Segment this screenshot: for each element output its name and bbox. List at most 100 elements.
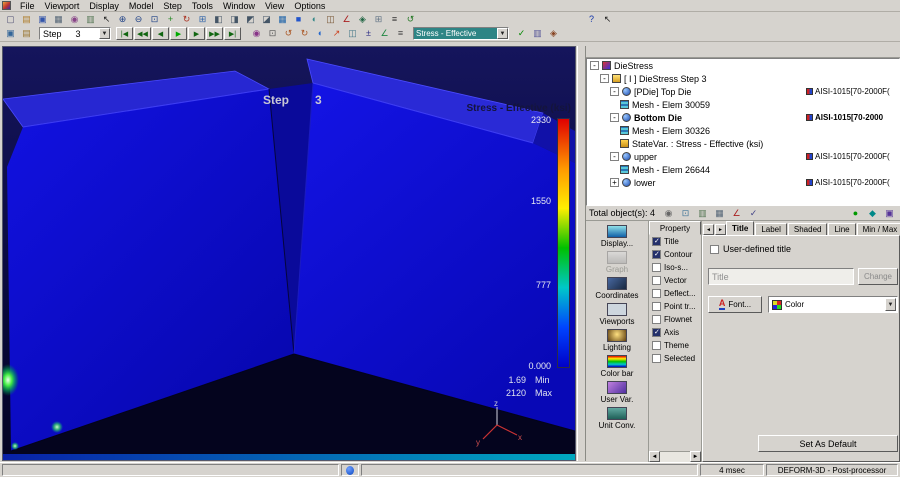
copy-icon[interactable]: ▥ xyxy=(83,13,98,25)
tree-row-upper-mesh[interactable]: Mesh - Elem 26644 xyxy=(587,163,899,176)
graph-tool-icon[interactable]: ∠ xyxy=(377,27,392,40)
tree-expander-icon[interactable]: - xyxy=(610,87,619,96)
tree-row-bottom-die[interactable]: - Bottom Die AISI-1015[70-2000 xyxy=(587,111,899,124)
tree-expander-icon[interactable]: - xyxy=(610,113,619,122)
property-checkbox[interactable] xyxy=(652,354,661,363)
property-row-point-tracking[interactable]: Point tr... xyxy=(649,300,701,313)
property-row-axis[interactable]: Axis xyxy=(649,326,701,339)
display-item-viewports[interactable]: Viewports xyxy=(588,302,646,327)
zoom-window-icon[interactable]: ⊡ xyxy=(147,13,162,25)
font-button[interactable]: A Font... xyxy=(708,296,762,313)
capture-icon[interactable]: ⊡ xyxy=(265,27,280,40)
forward-button[interactable]: ▶ xyxy=(188,27,205,40)
property-row-flownet[interactable]: Flownet xyxy=(649,313,701,326)
play-button[interactable]: ▶ xyxy=(170,27,187,40)
property-checkbox[interactable] xyxy=(652,263,661,272)
animate-icon[interactable]: ◉ xyxy=(249,27,264,40)
tree-row-lower[interactable]: + lower AISI-1015[70-2000F( xyxy=(587,176,899,189)
measure-icon[interactable]: ∠ xyxy=(339,13,354,25)
summary-icon[interactable]: ≡ xyxy=(393,27,408,40)
fit-view-icon[interactable]: ⊞ xyxy=(195,13,210,25)
open-folder-icon[interactable]: ▤ xyxy=(19,13,34,25)
print-icon[interactable]: ▦ xyxy=(51,13,66,25)
title-input[interactable]: Title xyxy=(708,268,854,285)
load-database-icon[interactable]: ▤ xyxy=(19,27,34,40)
status-grid-icon[interactable]: ▣ xyxy=(882,207,897,219)
grid-icon[interactable]: ⊞ xyxy=(371,13,386,25)
property-checkbox[interactable] xyxy=(652,237,661,246)
legend-icon[interactable]: ▥ xyxy=(530,27,545,40)
palette-icon[interactable]: ◈ xyxy=(546,27,561,40)
menu-options[interactable]: Options xyxy=(289,1,330,11)
contour-icon[interactable]: ◐ xyxy=(313,27,328,40)
property-checkbox[interactable] xyxy=(652,341,661,350)
options-icon[interactable]: ≡ xyxy=(387,13,402,25)
viewport-panel-splitter[interactable] xyxy=(577,46,586,461)
property-checkbox[interactable] xyxy=(652,315,661,324)
tab-scroll-right-icon[interactable]: ► xyxy=(715,224,726,235)
property-horizontal-scrollbar[interactable]: ◄ ► xyxy=(649,451,701,462)
property-checkbox[interactable] xyxy=(652,250,661,259)
change-button[interactable]: Change xyxy=(858,268,898,285)
display-item-unit-conv[interactable]: Unit Conv. xyxy=(588,406,646,431)
status-green-icon[interactable]: ● xyxy=(848,207,863,219)
property-checkbox[interactable] xyxy=(652,328,661,337)
annotate-icon[interactable]: ◈ xyxy=(355,13,370,25)
apply-state-icon[interactable]: ✓ xyxy=(514,27,529,40)
status-teal-icon[interactable]: ◆ xyxy=(865,207,880,219)
menu-model[interactable]: Model xyxy=(124,1,159,11)
top-view-icon[interactable]: ◩ xyxy=(243,13,258,25)
side-view-icon[interactable]: ◨ xyxy=(227,13,242,25)
step-selector-dropdown-arrow-icon[interactable]: ▼ xyxy=(99,28,110,39)
user-defined-title-checkbox[interactable] xyxy=(710,244,719,254)
tree-row-statevar[interactable]: StateVar. : Stress - Effective (ksi) xyxy=(587,137,899,150)
menu-step[interactable]: Step xyxy=(158,1,187,11)
property-tab[interactable]: Property xyxy=(649,221,701,235)
slice-plane-icon[interactable]: ◫ xyxy=(345,27,360,40)
property-checkbox[interactable] xyxy=(652,302,661,311)
set-as-default-button[interactable]: Set As Default xyxy=(758,435,898,452)
first-step-button[interactable]: |◀ xyxy=(116,27,133,40)
tree-row-bottom-die-mesh[interactable]: Mesh - Elem 30326 xyxy=(587,124,899,137)
scroll-track[interactable] xyxy=(660,451,690,462)
wireframe-icon[interactable]: ▦ xyxy=(275,13,290,25)
zoom-out-icon[interactable]: ⊖ xyxy=(131,13,146,25)
shaded-icon[interactable]: ■ xyxy=(291,13,306,25)
slice-icon[interactable]: ◫ xyxy=(323,13,338,25)
display-item-color-bar[interactable]: Color bar xyxy=(588,354,646,379)
min-max-icon[interactable]: ± xyxy=(361,27,376,40)
context-pointer-icon[interactable]: ↖ xyxy=(600,13,615,25)
save-icon[interactable]: ▣ xyxy=(35,13,50,25)
zoom-in-icon[interactable]: ⊕ xyxy=(115,13,130,25)
display-item-coordinates[interactable]: Coordinates xyxy=(588,276,646,301)
half-shade-icon[interactable]: ◐ xyxy=(307,13,322,25)
vector-icon[interactable]: ↗ xyxy=(329,27,344,40)
tab-title[interactable]: Title xyxy=(726,221,755,236)
display-item-lighting[interactable]: Lighting xyxy=(588,328,646,353)
property-row-deflection[interactable]: Deflect... xyxy=(649,287,701,300)
mirror-icon[interactable]: ⊡ xyxy=(678,207,694,219)
menu-viewport[interactable]: Viewport xyxy=(40,1,85,11)
tree-row-upper[interactable]: - upper AISI-1015[70-2000F( xyxy=(587,150,899,163)
display-item-user-var[interactable]: User Var. xyxy=(588,380,646,405)
tree-expander-icon[interactable]: + xyxy=(610,178,619,187)
refresh-icon[interactable]: ↺ xyxy=(403,13,418,25)
scroll-left-arrow-icon[interactable]: ◄ xyxy=(649,451,660,462)
tree-row-top-die[interactable]: - [PDie] Top Die AISI-1015[70-2000F( xyxy=(587,85,899,98)
copy-object-icon[interactable]: ▥ xyxy=(695,207,711,219)
display-item-display-settings[interactable]: Display... xyxy=(588,224,646,249)
tree-row-diestress-root[interactable]: - DieStress xyxy=(587,59,899,72)
tree-row-step[interactable]: - [ I ] DieStress Step 3 xyxy=(587,72,899,85)
property-checkbox[interactable] xyxy=(652,276,661,285)
render-viewport[interactable]: Step 3 Stress - Effective (ksi) 2330 155… xyxy=(2,46,576,461)
menu-tools[interactable]: Tools xyxy=(187,1,218,11)
color-combo-dropdown-arrow-icon[interactable]: ▼ xyxy=(885,298,896,311)
property-row-title[interactable]: Title xyxy=(649,235,701,248)
iso-view-icon[interactable]: ◪ xyxy=(259,13,274,25)
step-selector[interactable]: Step 3 ▼ xyxy=(39,27,111,40)
new-document-icon[interactable]: ▢ xyxy=(3,13,18,25)
tab-scroll-left-icon[interactable]: ◄ xyxy=(703,224,714,235)
menu-file[interactable]: File xyxy=(15,1,40,11)
check-objects-icon[interactable]: ✓ xyxy=(746,207,762,219)
back-button[interactable]: ◀ xyxy=(152,27,169,40)
